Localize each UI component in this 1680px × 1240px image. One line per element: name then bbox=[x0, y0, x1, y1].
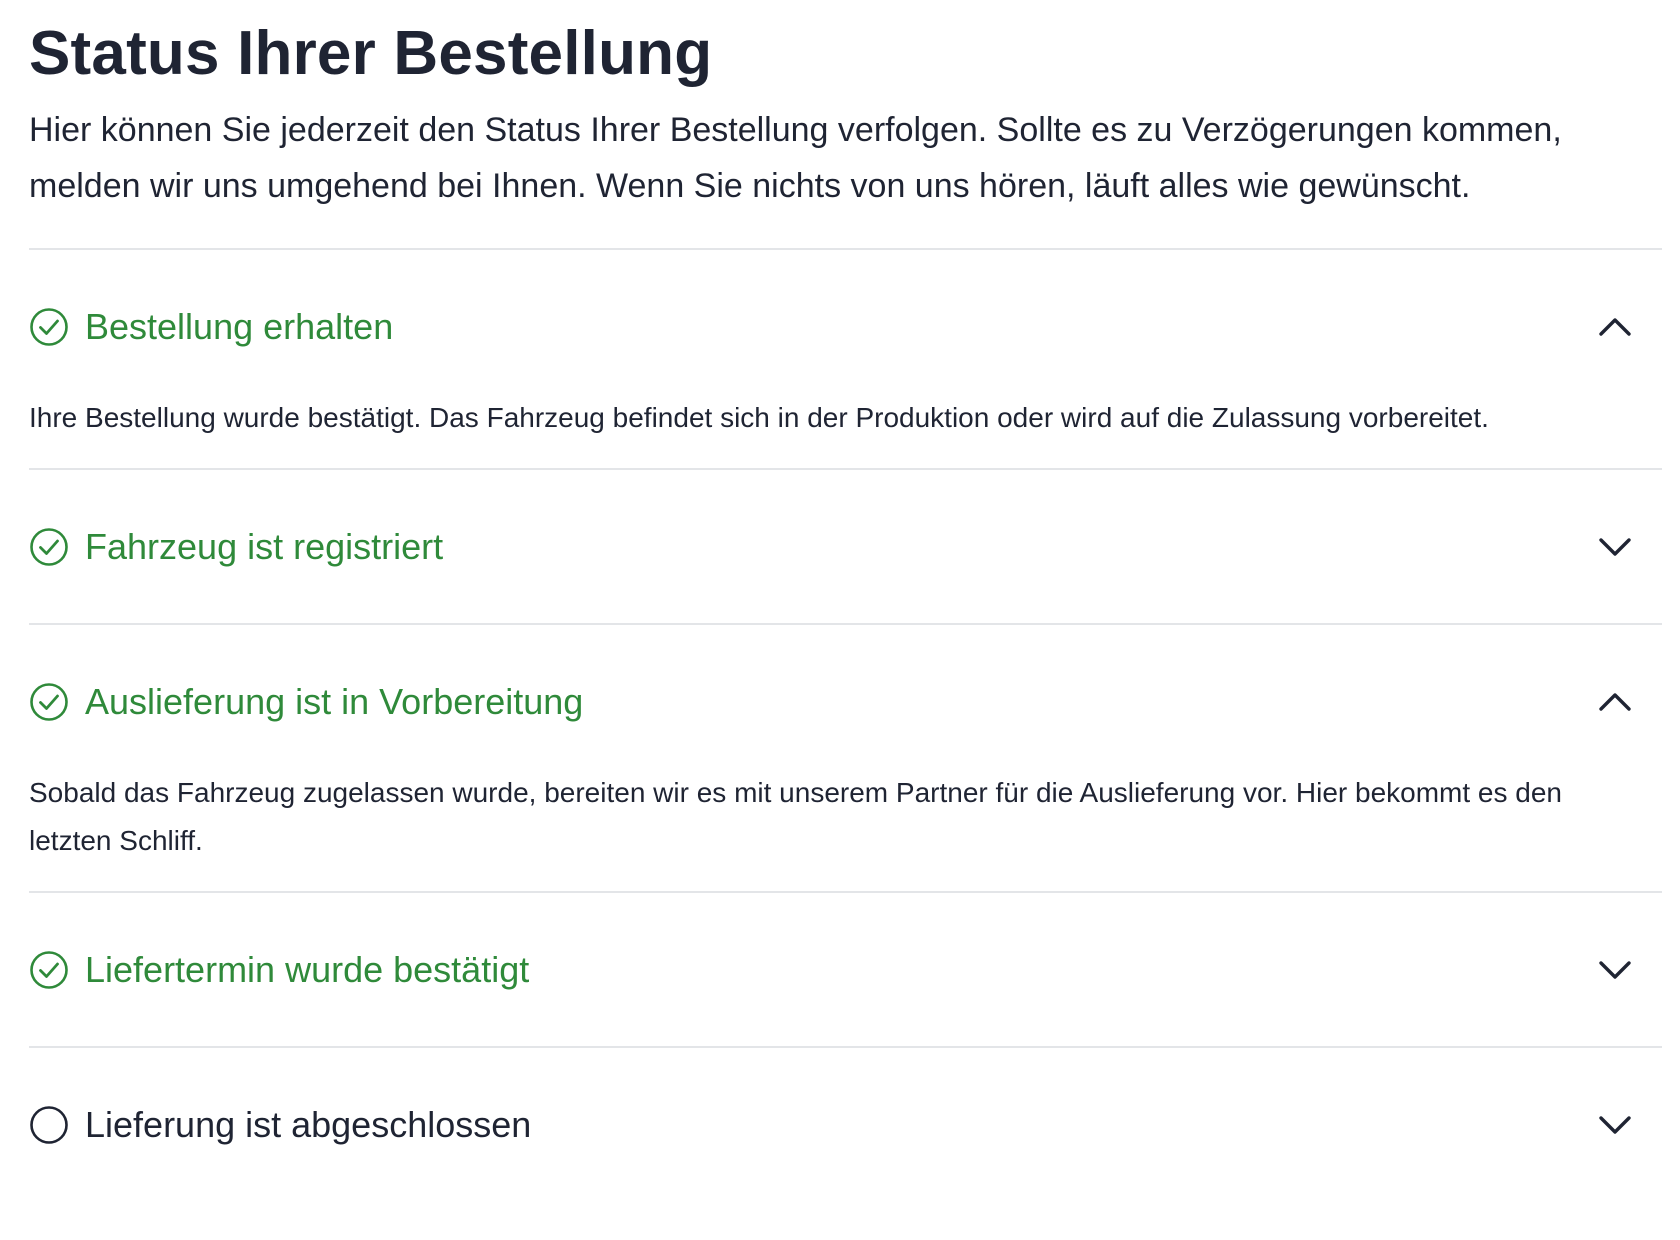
intro-text: Hier können Sie jederzeit den Status Ihr… bbox=[29, 111, 1562, 205]
step-toggle-auslieferung-vorbereitung[interactable]: Auslieferung ist in Vorbereitung bbox=[29, 625, 1662, 778]
status-step: Fahrzeug ist registriert bbox=[29, 470, 1662, 625]
check-circle-icon bbox=[30, 682, 68, 721]
step-title: Fahrzeug ist registriert bbox=[85, 525, 444, 567]
step-title: Liefertermin wurde bestätigt bbox=[85, 948, 530, 990]
page-title: Status Ihrer Bestellung bbox=[29, 19, 713, 88]
check-circle-icon bbox=[30, 527, 68, 566]
step-title: Bestellung erhalten bbox=[85, 305, 394, 347]
chevron-down-icon[interactable] bbox=[1595, 1105, 1635, 1145]
status-step-list: Bestellung erhalten Ihre Bestellung wurd… bbox=[29, 248, 1662, 1201]
step-toggle-liefertermin-bestaetigt[interactable]: Liefertermin wurde bestätigt bbox=[29, 893, 1662, 1046]
chevron-up-icon[interactable] bbox=[1595, 682, 1635, 722]
step-toggle-lieferung-abgeschlossen[interactable]: Lieferung ist abgeschlossen bbox=[29, 1048, 1662, 1201]
status-step: Lieferung ist abgeschlossen bbox=[29, 1048, 1662, 1201]
status-step: Liefertermin wurde bestätigt bbox=[29, 893, 1662, 1048]
chevron-down-icon[interactable] bbox=[1595, 527, 1635, 567]
check-circle-icon bbox=[30, 950, 68, 989]
status-step: Auslieferung ist in Vorbereitung Sobald … bbox=[29, 625, 1662, 893]
order-status-page: Status Ihrer Bestellung Hier können Sie … bbox=[0, 0, 1680, 1240]
chevron-up-icon[interactable] bbox=[1595, 307, 1635, 347]
empty-circle-icon bbox=[30, 1105, 68, 1144]
step-description: Sobald das Fahrzeug zugelassen wurde, be… bbox=[29, 777, 1562, 856]
status-step: Bestellung erhalten Ihre Bestellung wurd… bbox=[29, 250, 1662, 470]
step-title: Lieferung ist abgeschlossen bbox=[85, 1103, 532, 1145]
step-toggle-bestellung-erhalten[interactable]: Bestellung erhalten bbox=[29, 250, 1662, 403]
check-circle-icon bbox=[30, 307, 68, 346]
step-title: Auslieferung ist in Vorbereitung bbox=[85, 680, 584, 722]
chevron-down-icon[interactable] bbox=[1595, 950, 1635, 990]
step-toggle-fahrzeug-registriert[interactable]: Fahrzeug ist registriert bbox=[29, 470, 1662, 623]
step-description: Ihre Bestellung wurde bestätigt. Das Fah… bbox=[29, 402, 1489, 433]
